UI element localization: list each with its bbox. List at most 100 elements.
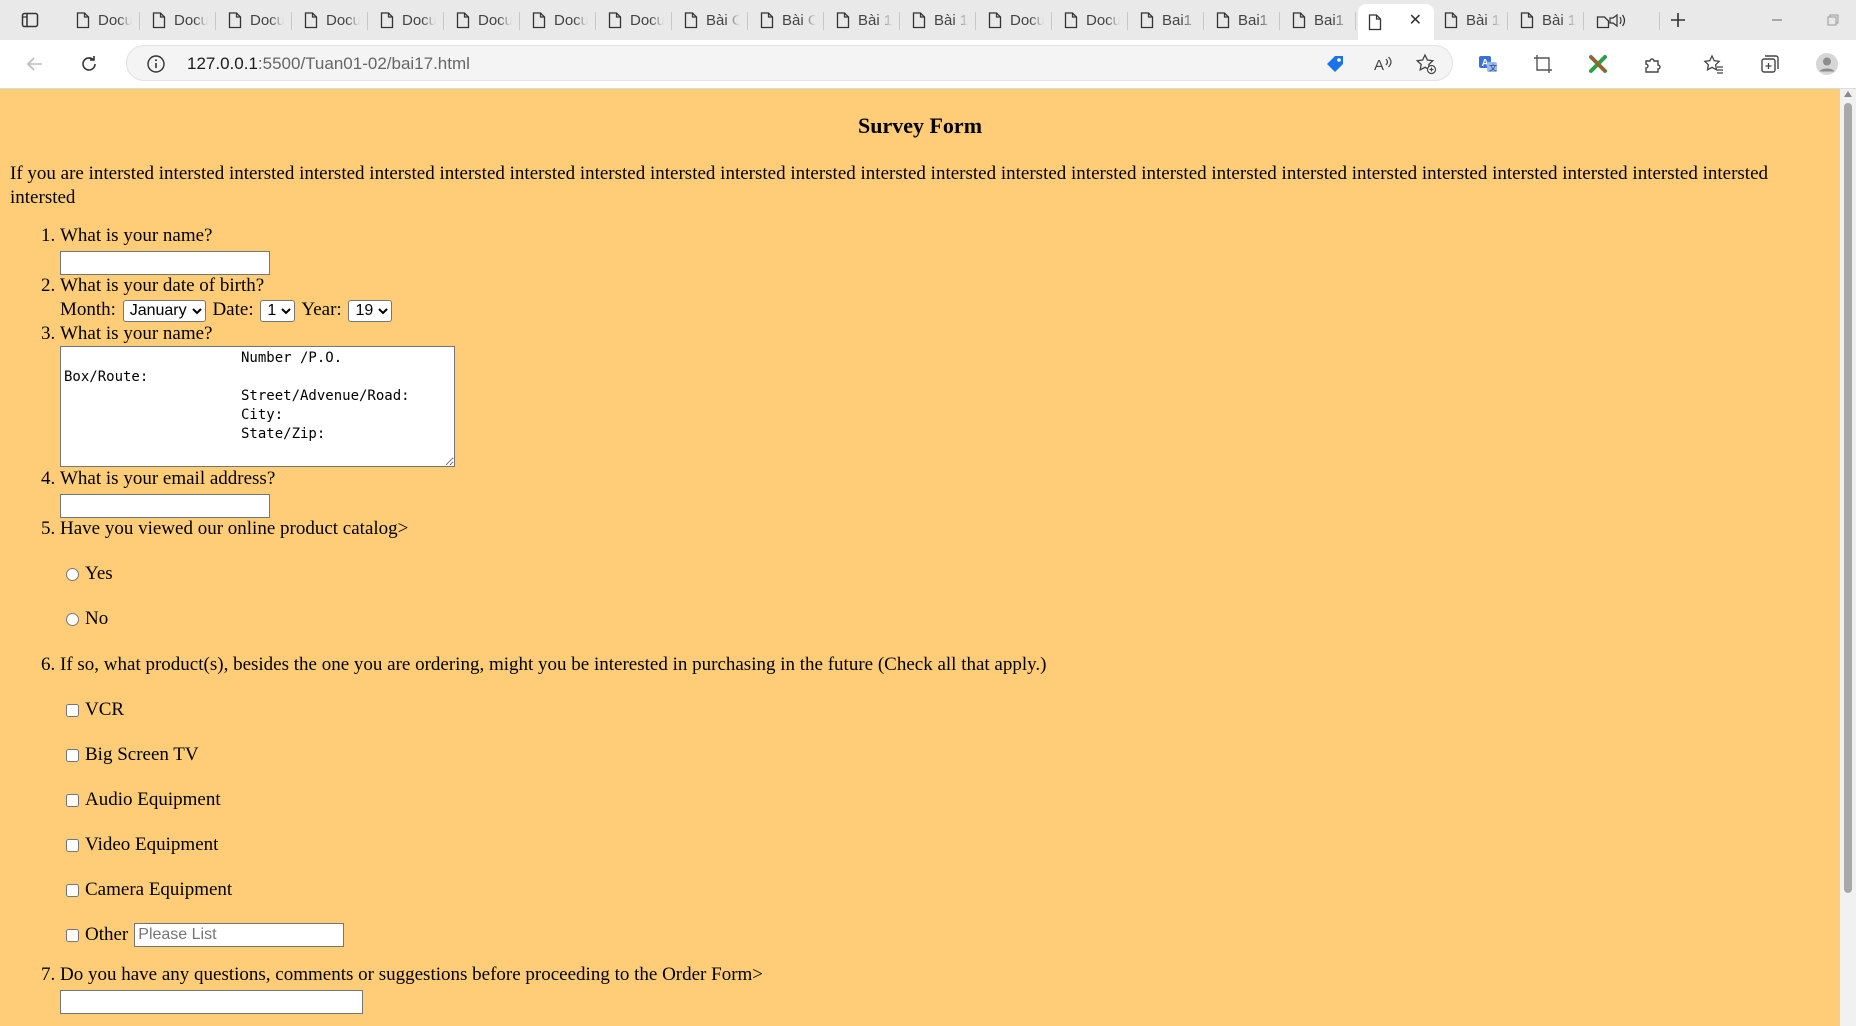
other-checkbox[interactable] — [66, 928, 79, 942]
big-screen-tv-checkbox[interactable] — [66, 748, 79, 762]
browser-tab[interactable]: Docu — [66, 4, 140, 36]
browser-tab[interactable]: Bài 1 — [1510, 4, 1584, 36]
web-capture-button[interactable] — [1528, 49, 1558, 79]
product-option-audio[interactable]: Audio Equipment — [66, 788, 1820, 812]
tab-label: Bài C — [706, 11, 740, 29]
browser-tab[interactable]: Bài 1 — [902, 4, 976, 36]
vcr-checkbox[interactable] — [66, 703, 79, 717]
comments-input[interactable] — [60, 990, 363, 1014]
speaker-icon — [1596, 12, 1630, 29]
reload-button[interactable] — [74, 49, 104, 79]
document-icon — [760, 11, 774, 29]
address-textarea[interactable]: Number /P.O. Box/Route: Street/Advenue/R… — [60, 346, 455, 467]
tab-separator — [1279, 12, 1280, 30]
tab-separator — [671, 12, 672, 30]
tab-label: Bài 1 — [1466, 11, 1500, 29]
other-product-input[interactable] — [134, 923, 345, 947]
document-icon — [532, 11, 546, 29]
browser-tab[interactable]: Bai1 — [1206, 4, 1280, 36]
camera-equipment-checkbox[interactable] — [66, 883, 79, 897]
browser-tab[interactable]: Docu — [142, 4, 216, 36]
product-option-video[interactable]: Video Equipment — [66, 833, 1820, 857]
close-tab-icon[interactable]: ✕ — [1409, 13, 1422, 29]
profile-button[interactable] — [1812, 49, 1842, 79]
tab-separator — [1355, 12, 1356, 30]
audio-equipment-checkbox[interactable] — [66, 793, 79, 807]
browser-tab[interactable]: Docu — [522, 4, 596, 36]
year-select[interactable]: 19 — [348, 299, 393, 322]
tab-actions-button[interactable] — [16, 6, 44, 34]
name-input[interactable] — [60, 251, 270, 275]
question-6-label: If so, what product(s), besides the one … — [60, 654, 1047, 675]
browser-tab[interactable]: Docu — [446, 4, 520, 36]
video-equipment-checkbox[interactable] — [66, 838, 79, 852]
no-label: No — [85, 608, 109, 629]
tab-separator — [1051, 12, 1052, 30]
browser-tab[interactable]: Docu — [370, 4, 444, 36]
tab-label: Bai1 — [1314, 11, 1345, 29]
tab-label: Docu — [630, 11, 664, 29]
browser-tab[interactable]: Bài 1 — [1434, 4, 1508, 36]
url-text[interactable]: 127.0.0.1:5500/Tuan01-02/bai17.html — [187, 54, 470, 74]
browser-tab[interactable]: Bài 1 — [826, 4, 900, 36]
question-2-label: What is your date of birth? — [60, 275, 265, 296]
browser-tab[interactable]: Docu — [1054, 4, 1128, 36]
restore-icon — [1827, 14, 1839, 26]
browser-tab[interactable]: ✕ — [1358, 4, 1434, 40]
back-button[interactable] — [20, 49, 50, 79]
month-select[interactable]: January — [122, 299, 206, 322]
tab-label: Docu — [1086, 11, 1120, 29]
browser-tab[interactable] — [1586, 4, 1660, 36]
favorites-button[interactable] — [1699, 49, 1729, 79]
browser-tab[interactable]: Bai1 — [1130, 4, 1204, 36]
collections-button[interactable] — [1755, 49, 1785, 79]
catalog-option-no[interactable]: No — [66, 607, 1820, 631]
add-favorite-icon[interactable] — [1413, 51, 1439, 77]
address-bar[interactable]: 127.0.0.1:5500/Tuan01-02/bai17.html A — [126, 45, 1453, 81]
site-info-icon[interactable] — [143, 51, 169, 77]
product-option-camera[interactable]: Camera Equipment — [66, 878, 1820, 902]
extensions-button[interactable] — [1638, 49, 1668, 79]
product-option-other[interactable]: Other — [66, 923, 1820, 947]
new-tab-button[interactable] — [1664, 6, 1692, 34]
yes-radio[interactable] — [66, 567, 79, 581]
date-select[interactable]: 1 — [260, 299, 296, 322]
big-screen-tv-label: Big Screen TV — [85, 744, 199, 765]
browser-tab[interactable]: Docu — [978, 4, 1052, 36]
vcr-label: VCR — [85, 699, 125, 720]
tab-label: Bai1 — [1238, 11, 1269, 29]
browser-tab[interactable]: Docu — [218, 4, 292, 36]
email-input[interactable] — [60, 494, 270, 518]
browser-tab[interactable]: Docu — [294, 4, 368, 36]
question-7-label: Do you have any questions, comments or s… — [60, 964, 764, 985]
browser-tab[interactable]: Bài C — [750, 4, 824, 36]
plus-icon — [1671, 13, 1685, 27]
document-icon — [912, 11, 926, 29]
audio-equipment-label: Audio Equipment — [85, 789, 221, 810]
product-option-vcr[interactable]: VCR — [66, 698, 1820, 722]
extension-button[interactable] — [1583, 49, 1613, 79]
product-option-big-screen-tv[interactable]: Big Screen TV — [66, 743, 1820, 767]
translate-button[interactable]: A文 — [1473, 49, 1503, 79]
tab-strip: Docu Docu Docu Docu Docu Docu Docu Docu Bài C Bài… — [0, 0, 1856, 40]
tab-separator — [1507, 12, 1508, 30]
puzzle-icon — [1645, 58, 1661, 73]
document-icon — [608, 11, 622, 29]
tab-label: Bài C — [782, 11, 816, 29]
restore-button[interactable] — [1818, 8, 1848, 32]
scrollbar-thumb[interactable] — [1844, 103, 1852, 893]
question-1-label: What is your name? — [60, 225, 213, 246]
read-aloud-icon[interactable]: A — [1370, 51, 1396, 77]
document-icon — [1292, 11, 1306, 29]
question-3-label: What is your name? — [60, 323, 213, 344]
browser-tab[interactable]: Docu — [598, 4, 672, 36]
video-equipment-label: Video Equipment — [85, 834, 219, 855]
page-scrollbar[interactable] — [1840, 89, 1856, 1026]
browser-tab[interactable]: Bai1 — [1282, 4, 1356, 36]
browser-tab[interactable]: Bài C — [674, 4, 748, 36]
minimize-button[interactable] — [1762, 8, 1792, 32]
no-radio[interactable] — [66, 612, 79, 626]
scroll-up-arrow-icon[interactable] — [1844, 91, 1852, 97]
catalog-option-yes[interactable]: Yes — [66, 562, 1820, 586]
shopping-tag-icon[interactable] — [1322, 51, 1348, 77]
